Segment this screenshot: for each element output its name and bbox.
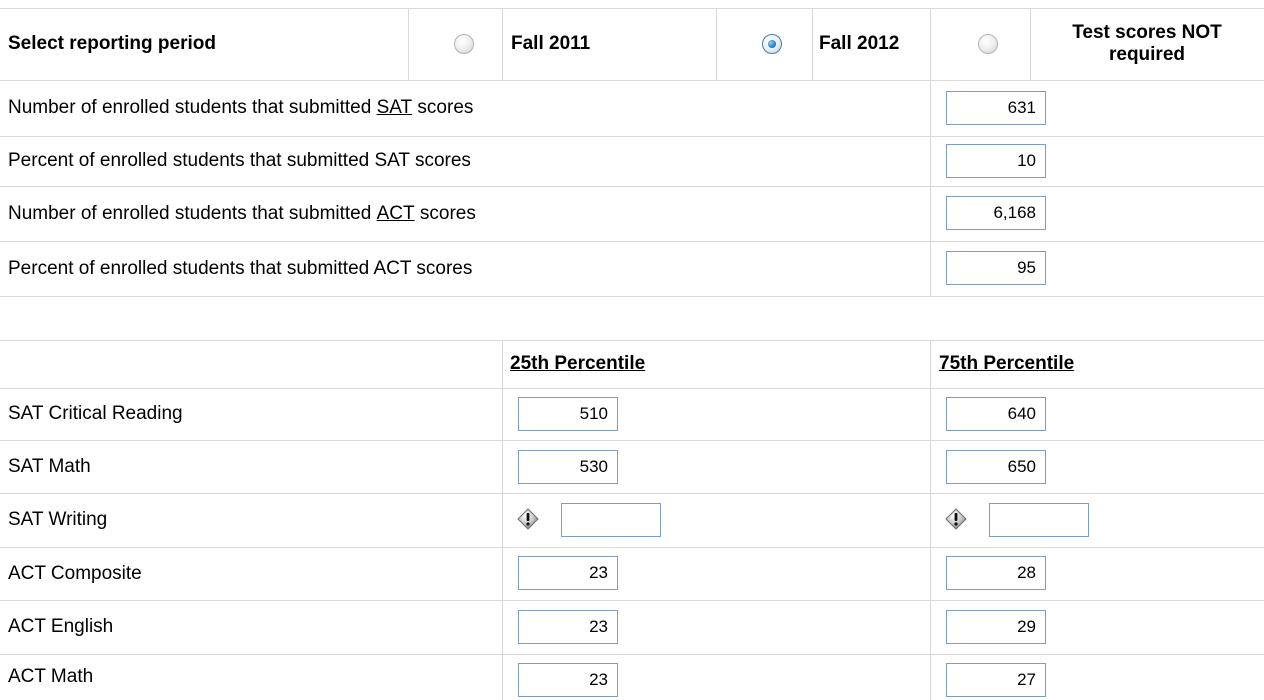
sat-percent-input[interactable]: 10 xyxy=(946,144,1046,178)
row-label: SAT Writing xyxy=(8,509,108,530)
row-label: SAT Math xyxy=(8,455,91,477)
radio-fall-2012[interactable] xyxy=(762,34,782,54)
p25-input[interactable]: 23 xyxy=(518,610,618,644)
act-percent-label: Percent of enrolled students that submit… xyxy=(8,257,473,279)
percentile-row-act-math: ACT Math 23 27 xyxy=(0,654,1264,700)
act-count-input[interactable]: 6,168 xyxy=(946,196,1046,230)
act-link[interactable]: ACT xyxy=(377,203,415,225)
reporting-period-row: Select reporting period Fall 2011 Fall 2… xyxy=(0,8,1264,80)
percentile-row-act-composite: ACT Composite 23 28 xyxy=(0,547,1264,600)
option-not-required-label: Test scores NOT required xyxy=(1032,8,1262,80)
act-count-label: Number of enrolled students that submitt… xyxy=(0,186,930,241)
p75-input[interactable]: 28 xyxy=(946,556,1046,590)
col-25th-percentile-text: 25th Percentile xyxy=(510,353,646,374)
sat-count-suffix: scores xyxy=(412,97,474,118)
sat-percent-label: Percent of enrolled students that submit… xyxy=(8,150,471,171)
act-count-row: Number of enrolled students that submitt… xyxy=(0,186,1264,241)
p25-input[interactable] xyxy=(561,503,661,537)
sat-count-row: Number of enrolled students that submitt… xyxy=(0,80,1264,136)
option-fall-2012-label: Fall 2012 xyxy=(819,33,900,54)
p75-input[interactable] xyxy=(989,503,1089,537)
test-scores-form: Select reporting period Fall 2011 Fall 2… xyxy=(0,0,1264,700)
p75-input[interactable]: 27 xyxy=(946,663,1046,697)
row-label: ACT Composite xyxy=(8,562,142,584)
p25-input[interactable]: 510 xyxy=(518,397,618,431)
option-fall-2011-label: Fall 2011 xyxy=(511,33,591,54)
row-label: ACT English xyxy=(8,616,114,637)
reporting-period-label: Select reporting period xyxy=(8,33,216,54)
row-label: SAT Critical Reading xyxy=(8,403,183,424)
percentile-header-row: 25th Percentile 75th Percentile xyxy=(0,340,1264,388)
sat-count-prefix: Number of enrolled students that submitt… xyxy=(8,97,377,118)
p75-input[interactable]: 29 xyxy=(946,610,1046,644)
sat-link[interactable]: SAT xyxy=(377,97,413,119)
col-75th-percentile-text: 75th Percentile xyxy=(939,353,1075,374)
grid-line xyxy=(0,296,1264,297)
option-not-required-text: Test scores NOT required xyxy=(1072,22,1222,65)
p25-input[interactable]: 23 xyxy=(518,663,618,697)
col-75th-percentile: 75th Percentile xyxy=(939,340,1259,388)
act-count-suffix: scores xyxy=(414,202,476,224)
radio-test-scores-not-required[interactable] xyxy=(978,34,998,54)
sat-percent-row: Percent of enrolled students that submit… xyxy=(0,136,1264,186)
p75-input[interactable]: 650 xyxy=(946,450,1046,484)
act-percent-input[interactable]: 95 xyxy=(946,251,1046,285)
percentile-row-sat-math: SAT Math 530 650 xyxy=(0,440,1264,493)
row-label: ACT Math xyxy=(8,666,94,687)
warning-icon xyxy=(517,508,539,530)
p75-input[interactable]: 640 xyxy=(946,397,1046,431)
p25-input[interactable]: 23 xyxy=(518,556,618,590)
percentile-row-act-english: ACT English 23 29 xyxy=(0,600,1264,654)
act-count-prefix: Number of enrolled students that submitt… xyxy=(8,202,377,224)
p25-input[interactable]: 530 xyxy=(518,450,618,484)
warning-icon xyxy=(945,508,967,530)
percentile-row-sat-writing: SAT Writing xyxy=(0,493,1264,547)
sat-count-label: Number of enrolled students that submitt… xyxy=(0,80,930,136)
radio-fall-2011[interactable] xyxy=(454,34,474,54)
sat-count-input[interactable]: 631 xyxy=(946,91,1046,125)
act-percent-row: Percent of enrolled students that submit… xyxy=(0,241,1264,296)
col-25th-percentile: 25th Percentile xyxy=(510,340,910,388)
percentile-row-sat-critical-reading: SAT Critical Reading 510 640 xyxy=(0,388,1264,440)
